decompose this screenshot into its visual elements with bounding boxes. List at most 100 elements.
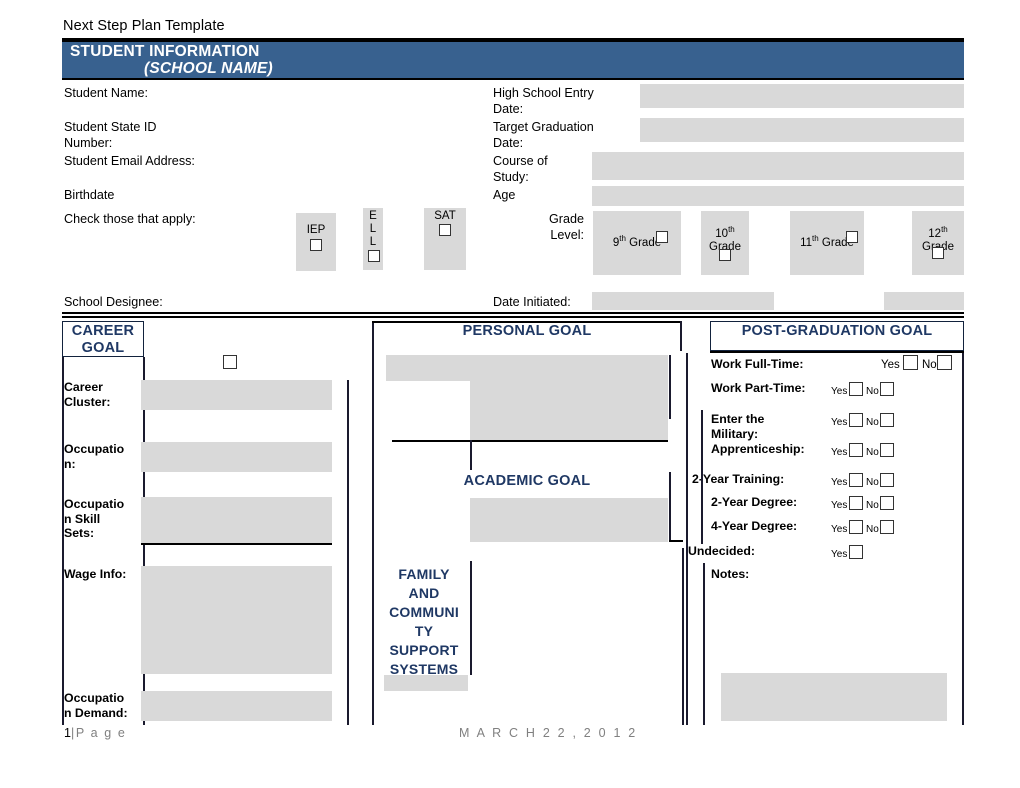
age-label: Age	[493, 188, 516, 202]
work-part-time-no-checkbox[interactable]	[880, 382, 894, 396]
undecided-label: Undecided:	[688, 544, 755, 558]
family-support-input[interactable]	[384, 675, 468, 691]
target-grad-date-input[interactable]	[640, 118, 964, 142]
section-divider-top	[62, 312, 964, 314]
notes-input[interactable]	[721, 673, 947, 721]
course-of-study-label: Course of Study:	[493, 154, 548, 184]
work-full-time-yes-checkbox[interactable]	[903, 355, 918, 370]
sat-label: SAT	[434, 210, 456, 222]
career-goal-right-divider	[347, 380, 349, 725]
student-state-id-label: Student State ID Number:	[64, 120, 157, 150]
ell-checkbox[interactable]	[368, 250, 380, 262]
grade-10-checkbox[interactable]	[719, 249, 731, 261]
middle-panel-right-border	[682, 548, 684, 725]
four-year-degree-yes-label: Yes	[831, 524, 848, 535]
grade-11-checkbox[interactable]	[846, 231, 858, 243]
ell-label: E L L	[369, 210, 377, 248]
enter-military-yes-checkbox[interactable]	[849, 413, 863, 427]
academic-goal-right-edge	[669, 472, 671, 542]
sat-checkbox[interactable]	[439, 224, 451, 236]
undecided-yes-label: Yes	[831, 549, 848, 560]
personal-goal-right-edge	[669, 355, 671, 419]
student-information-banner: STUDENT INFORMATION (SCHOOL NAME)	[62, 42, 964, 80]
apprenticeship-yes-checkbox[interactable]	[849, 443, 863, 457]
family-support-title: FAMILY AND COMMUNI TY SUPPORT SYSTEMS	[389, 566, 459, 677]
four-year-degree-yes-checkbox[interactable]	[849, 520, 863, 534]
target-grad-date-label: Target Graduation Date:	[493, 120, 594, 150]
notes-left-border	[703, 563, 705, 725]
career-goal-title: CAREER GOAL	[71, 323, 135, 356]
two-year-training-no-checkbox[interactable]	[880, 473, 894, 487]
personal-goal-input-top[interactable]	[386, 355, 668, 381]
personal-goal-tick	[470, 440, 472, 470]
career-cluster-label: Career Cluster:	[64, 380, 111, 409]
student-email-label: Student Email Address:	[64, 154, 195, 168]
two-year-degree-label: 2-Year Degree:	[711, 495, 798, 509]
two-year-training-yes-checkbox[interactable]	[849, 473, 863, 487]
apprenticeship-yes-label: Yes	[831, 447, 848, 458]
academic-goal-title: ACADEMIC GOAL	[463, 473, 591, 489]
four-year-degree-no-label: No	[866, 524, 879, 535]
post-graduation-goal-title: POST-GRADUATION GOAL	[741, 323, 933, 339]
occupation-input[interactable]	[141, 442, 332, 472]
four-year-degree-label: 4-Year Degree:	[711, 519, 798, 533]
two-year-degree-no-checkbox[interactable]	[880, 496, 894, 510]
page-title: Next Step Plan Template	[63, 18, 225, 34]
enter-military-no-checkbox[interactable]	[880, 413, 894, 427]
occupation-skill-sets-input[interactable]	[141, 497, 332, 543]
military-group-bracket	[701, 410, 703, 466]
enter-military-yes-label: Yes	[831, 417, 848, 428]
banner-title-line1: STUDENT INFORMATION	[70, 43, 260, 60]
date-initiated-extra-input[interactable]	[884, 292, 964, 310]
iep-label: IEP	[306, 224, 326, 236]
personal-goal-input-body[interactable]	[470, 381, 668, 440]
academic-goal-corner	[669, 540, 683, 542]
work-part-time-yes-label: Yes	[831, 386, 848, 397]
work-full-time-label: Work Full-Time:	[711, 357, 804, 371]
hs-entry-date-input[interactable]	[640, 84, 964, 108]
grade-level-label: Grade Level:	[548, 212, 584, 242]
family-support-right-border	[470, 561, 472, 675]
degrees-group-bracket	[701, 466, 703, 544]
grade-12-checkbox[interactable]	[932, 247, 944, 259]
check-apply-label: Check those that apply:	[64, 212, 196, 226]
career-goal-left-border	[62, 357, 64, 725]
career-cluster-input[interactable]	[141, 380, 332, 410]
work-part-time-no-label: No	[866, 386, 879, 397]
two-year-degree-yes-checkbox[interactable]	[849, 496, 863, 510]
four-year-degree-no-checkbox[interactable]	[880, 520, 894, 534]
iep-checkbox[interactable]	[310, 239, 322, 251]
enter-military-no-label: No	[866, 417, 879, 428]
work-part-time-yes-checkbox[interactable]	[849, 382, 863, 396]
occupation-label: Occupatio n:	[64, 442, 125, 471]
date-initiated-label: Date Initiated:	[493, 295, 571, 309]
wage-info-label: Wage Info:	[64, 567, 127, 581]
age-input[interactable]	[592, 186, 964, 206]
two-year-degree-yes-label: Yes	[831, 500, 848, 511]
hs-entry-date-label: High School Entry Date:	[493, 86, 594, 116]
date-initiated-input[interactable]	[592, 292, 774, 310]
occupation-skill-sets-label: Occupatio n Skill Sets:	[64, 497, 125, 540]
occupation-demand-input[interactable]	[141, 691, 332, 721]
academic-goal-input[interactable]	[470, 498, 668, 542]
enter-military-label: Enter the Military:	[711, 412, 765, 441]
birthdate-label: Birthdate	[64, 188, 115, 202]
personal-goal-title: PERSONAL GOAL	[462, 323, 592, 339]
footer-page-number: 1|P a g e	[64, 726, 127, 740]
middle-panel-left-border	[372, 321, 374, 725]
post-graduation-right-border	[962, 353, 964, 725]
career-goal-checkbox[interactable]	[223, 355, 237, 369]
apprenticeship-no-checkbox[interactable]	[880, 443, 894, 457]
wage-info-input[interactable]	[141, 566, 332, 674]
grade-9-checkbox[interactable]	[656, 231, 668, 243]
occupation-demand-label: Occupatio n Demand:	[64, 691, 128, 720]
apprenticeship-no-label: No	[866, 447, 879, 458]
post-graduation-title-underline	[710, 351, 964, 353]
school-designee-label: School Designee:	[64, 295, 163, 309]
course-of-study-input[interactable]	[592, 152, 964, 180]
post-graduation-left-border	[686, 353, 688, 725]
work-full-time-no-checkbox[interactable]	[937, 355, 952, 370]
undecided-yes-checkbox[interactable]	[849, 545, 863, 559]
personal-goal-underline	[392, 440, 668, 442]
occupation-skill-sets-underline	[141, 543, 332, 545]
